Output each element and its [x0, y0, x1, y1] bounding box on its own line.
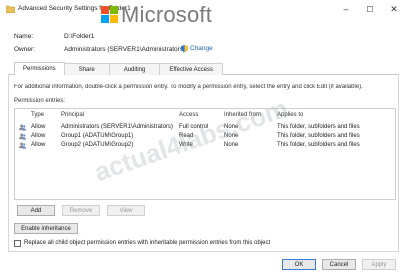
view-button[interactable]: View	[107, 205, 145, 216]
maximize-button[interactable]: ☐	[358, 0, 382, 18]
cell-applies: This folder, subfolders and files	[277, 133, 360, 139]
change-owner-link[interactable]: Change	[181, 45, 213, 52]
permissions-info-text: For additional information, double-click…	[14, 84, 363, 90]
add-button[interactable]: Add	[17, 205, 55, 216]
column-type[interactable]: Type	[31, 112, 44, 118]
tab-effective-access[interactable]: Effective Access	[159, 63, 223, 75]
shield-icon	[181, 45, 188, 52]
microsoft-logo-icon	[101, 6, 119, 24]
ok-button[interactable]: OK	[282, 259, 316, 270]
tab-strip: Permissions Share Auditing Effective Acc…	[14, 62, 223, 75]
owner-label: Owner:	[14, 46, 35, 53]
minimize-button[interactable]: –	[334, 0, 358, 18]
microsoft-watermark: Microsoft	[121, 2, 213, 27]
owner-value: Administrators (SERVER1\Administrators)	[64, 46, 186, 53]
permission-entries-label: Permission entries:	[14, 98, 66, 104]
cell-type: Allow	[31, 142, 46, 148]
cell-principal: Group1 (ADATUM\Group1)	[61, 133, 134, 139]
group-icon	[19, 124, 26, 131]
title-bar: Advanced Security Settings for Folder1 M…	[0, 0, 407, 27]
replace-child-permissions-label: Replace all child object permission entr…	[24, 240, 271, 246]
name-label: Name:	[14, 33, 34, 40]
group-icon	[19, 133, 26, 140]
remove-button[interactable]: Remove	[62, 205, 100, 216]
cell-applies: This folder, subfolders and files	[277, 142, 360, 148]
cell-applies: This folder, subfolders and files	[277, 124, 360, 130]
column-access[interactable]: Access	[179, 112, 198, 118]
tab-share[interactable]: Share	[63, 63, 110, 75]
change-link-label: Change	[190, 45, 213, 52]
replace-child-permissions-checkbox[interactable]	[14, 240, 21, 247]
cell-type: Allow	[31, 124, 46, 130]
group-icon	[19, 142, 26, 149]
close-button[interactable]: ✕	[382, 0, 406, 18]
cell-type: Allow	[31, 133, 46, 139]
apply-button[interactable]: Apply	[362, 259, 396, 270]
cancel-button[interactable]: Cancel	[322, 259, 356, 270]
folder-icon	[6, 5, 15, 13]
enable-inheritance-button[interactable]: Enable inheritance	[14, 223, 78, 234]
cell-principal: Administrators (SERVER1\Administrators)	[61, 124, 173, 130]
column-principal[interactable]: Principal	[61, 112, 84, 118]
name-value: D:\Folder1	[64, 33, 95, 40]
tab-auditing[interactable]: Auditing	[108, 63, 161, 75]
tab-permissions[interactable]: Permissions	[14, 62, 65, 75]
